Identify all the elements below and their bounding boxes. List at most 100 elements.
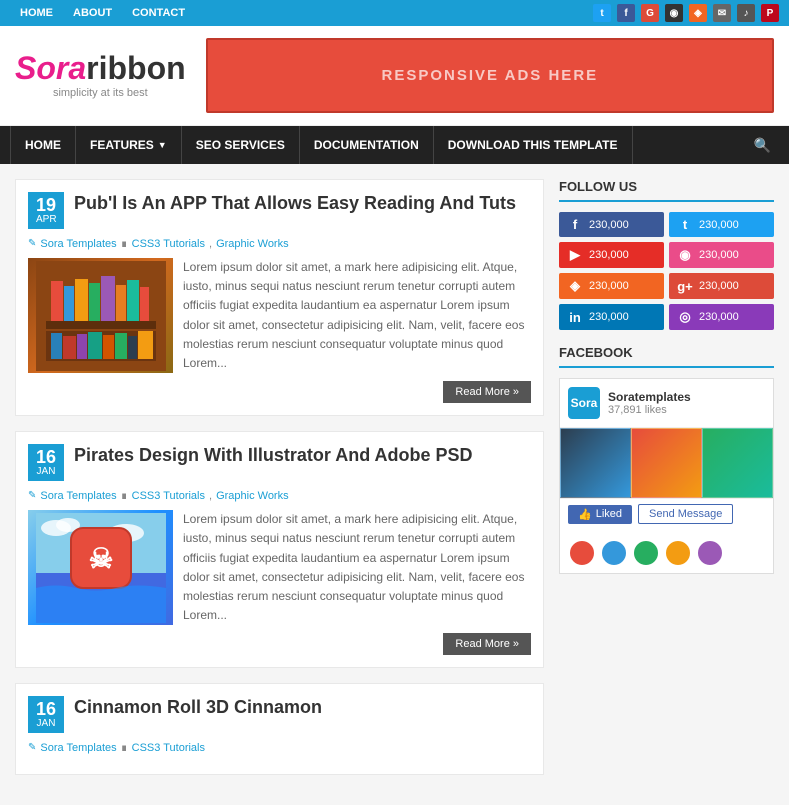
fb-message-button[interactable]: Send Message xyxy=(638,504,733,524)
post-title[interactable]: Pub'l Is An APP That Allows Easy Reading… xyxy=(74,192,516,215)
post-meta: ✎ Sora Templates ∎ CSS3 Tutorials xyxy=(28,741,531,754)
books-svg xyxy=(36,261,166,371)
top-nav-contact[interactable]: CONTACT xyxy=(122,0,195,26)
post-excerpt: Lorem ipsum dolor sit amet, a mark here … xyxy=(183,258,531,373)
author-icon: ✎ xyxy=(28,490,36,501)
facebook-count: 230,000 xyxy=(589,219,629,231)
post-title[interactable]: Pirates Design With Illustrator And Adob… xyxy=(74,444,473,467)
nav-home[interactable]: HOME xyxy=(10,126,76,164)
read-more-button[interactable]: Read More » xyxy=(443,633,531,655)
post-header: 19 APR Pub'l Is An APP That Allows Easy … xyxy=(28,192,531,229)
main-nav: HOME FEATURES ▼ SEO SERVICES DOCUMENTATI… xyxy=(0,126,789,164)
post-excerpt: Lorem ipsum dolor sit amet, a mark here … xyxy=(183,510,531,625)
nav-seo[interactable]: SEO SERVICES xyxy=(182,126,300,164)
rss-icon[interactable]: ◈ xyxy=(689,4,707,22)
music-icon[interactable]: ♪ xyxy=(737,4,755,22)
post-cat-1[interactable]: CSS3 Tutorials xyxy=(132,490,205,502)
fb-preview-image xyxy=(560,428,773,498)
post-card: 16 JAN Pirates Design With Illustrator A… xyxy=(15,431,544,668)
fb-thumb-1 xyxy=(568,539,596,567)
ad-banner[interactable]: RESPONSIVE ADS HERE xyxy=(206,38,774,113)
instagram-icon[interactable]: ◉ xyxy=(665,4,683,22)
post-meta: ✎ Sora Templates ∎ CSS3 Tutorials , Grap… xyxy=(28,237,531,250)
main-content: 19 APR Pub'l Is An APP That Allows Easy … xyxy=(15,179,544,790)
post-body: ☠ Lorem ipsum dolor sit amet, a mark her… xyxy=(28,510,531,655)
fb-like-button[interactable]: 👍 Liked xyxy=(568,505,632,524)
post-cat-2[interactable]: Graphic Works xyxy=(216,490,289,502)
post-cat-1[interactable]: CSS3 Tutorials xyxy=(132,238,205,250)
fb-preview-footer: 👍 Liked Send Message xyxy=(560,498,773,529)
dribbble-btn-icon: ◉ xyxy=(677,247,693,263)
post-text-wrap: Lorem ipsum dolor sit amet, a mark here … xyxy=(183,510,531,655)
top-social-icons: t f G ◉ ◈ ✉ ♪ P xyxy=(593,4,779,22)
fb-page-likes: 37,891 likes xyxy=(608,404,691,416)
author-icon: ✎ xyxy=(28,742,36,753)
post-meta: ✎ Sora Templates ∎ CSS3 Tutorials , Grap… xyxy=(28,489,531,502)
nav-download[interactable]: DOWNLOAD THIS TEMPLATE xyxy=(434,126,633,164)
date-month: JAN xyxy=(36,718,56,729)
rss-btn-icon: ◈ xyxy=(567,278,583,294)
fb-thumb-2 xyxy=(600,539,628,567)
content-wrap: 19 APR Pub'l Is An APP That Allows Easy … xyxy=(0,164,789,805)
twitter-icon[interactable]: t xyxy=(593,4,611,22)
post-card: 19 APR Pub'l Is An APP That Allows Easy … xyxy=(15,179,544,416)
read-more-button[interactable]: Read More » xyxy=(443,381,531,403)
top-nav: HOME ABOUT CONTACT xyxy=(10,0,195,26)
date-day: 16 xyxy=(36,448,56,466)
facebook-icon[interactable]: f xyxy=(617,4,635,22)
googleplus-follow-btn[interactable]: g+ 230,000 xyxy=(669,273,774,299)
post-author[interactable]: Sora Templates xyxy=(40,490,116,502)
social-grid: f 230,000 t 230,000 ▶ 230,000 ◉ 230,000 … xyxy=(559,212,774,330)
instagram-follow-btn[interactable]: ◎ 230,000 xyxy=(669,304,774,330)
youtube-count: 230,000 xyxy=(589,249,629,261)
search-icon[interactable]: 🔍 xyxy=(746,137,779,154)
fb-preview-header: Sora Soratemplates 37,891 likes xyxy=(560,379,773,428)
instagram-count: 230,000 xyxy=(699,311,739,323)
youtube-follow-btn[interactable]: ▶ 230,000 xyxy=(559,242,664,268)
logo[interactable]: Soraribbon simplicity at its best xyxy=(15,52,186,99)
linkedin-follow-btn[interactable]: in 230,000 xyxy=(559,304,664,330)
fb-thumb-4 xyxy=(664,539,692,567)
post-body: Lorem ipsum dolor sit amet, a mark here … xyxy=(28,258,531,403)
googleplus-btn-icon: g+ xyxy=(677,279,693,294)
post-cat-1[interactable]: CSS3 Tutorials xyxy=(132,742,205,754)
facebook-follow-btn[interactable]: f 230,000 xyxy=(559,212,664,237)
nav-features[interactable]: FEATURES ▼ xyxy=(76,126,182,164)
fb-img-cell-1 xyxy=(560,428,631,498)
mail-icon[interactable]: ✉ xyxy=(713,4,731,22)
linkedin-btn-icon: in xyxy=(567,310,583,325)
fb-thumb-5 xyxy=(696,539,724,567)
nav-docs[interactable]: DOCUMENTATION xyxy=(300,126,434,164)
site-header: Soraribbon simplicity at its best RESPON… xyxy=(0,26,789,126)
author-icon: ✎ xyxy=(28,238,36,249)
dribbble-follow-btn[interactable]: ◉ 230,000 xyxy=(669,242,774,268)
facebook-btn-icon: f xyxy=(567,217,583,232)
post-header: 16 JAN Cinnamon Roll 3D Cinnamon xyxy=(28,696,531,733)
top-bar: HOME ABOUT CONTACT t f G ◉ ◈ ✉ ♪ P xyxy=(0,0,789,26)
rss-count: 230,000 xyxy=(589,280,629,292)
post-thumbnail: ☠ xyxy=(28,510,173,625)
post-author[interactable]: Sora Templates xyxy=(40,742,116,754)
svg-text:☠: ☠ xyxy=(88,543,113,574)
fb-thumb-3 xyxy=(632,539,660,567)
post-thumbnail xyxy=(28,258,173,373)
top-nav-home[interactable]: HOME xyxy=(10,0,63,26)
date-month: JAN xyxy=(36,466,56,477)
facebook-section: FACEBOOK Sora Soratemplates 37,891 likes xyxy=(559,345,774,574)
post-cat-2[interactable]: Graphic Works xyxy=(216,238,289,250)
youtube-btn-icon: ▶ xyxy=(567,247,583,263)
thumbs-up-icon: 👍 xyxy=(578,508,592,521)
top-nav-about[interactable]: ABOUT xyxy=(63,0,122,26)
rss-follow-btn[interactable]: ◈ 230,000 xyxy=(559,273,664,299)
pinterest-icon[interactable]: P xyxy=(761,4,779,22)
fb-avatar: Sora xyxy=(568,387,600,419)
post-title[interactable]: Cinnamon Roll 3D Cinnamon xyxy=(74,696,322,719)
post-author[interactable]: Sora Templates xyxy=(40,238,116,250)
twitter-follow-btn[interactable]: t 230,000 xyxy=(669,212,774,237)
date-badge: 19 APR xyxy=(28,192,64,229)
date-day: 16 xyxy=(36,700,56,718)
google-plus-icon[interactable]: G xyxy=(641,4,659,22)
fb-page-name[interactable]: Soratemplates xyxy=(608,390,691,404)
fb-img-cell-3 xyxy=(702,428,773,498)
nav-items: HOME FEATURES ▼ SEO SERVICES DOCUMENTATI… xyxy=(10,126,746,164)
